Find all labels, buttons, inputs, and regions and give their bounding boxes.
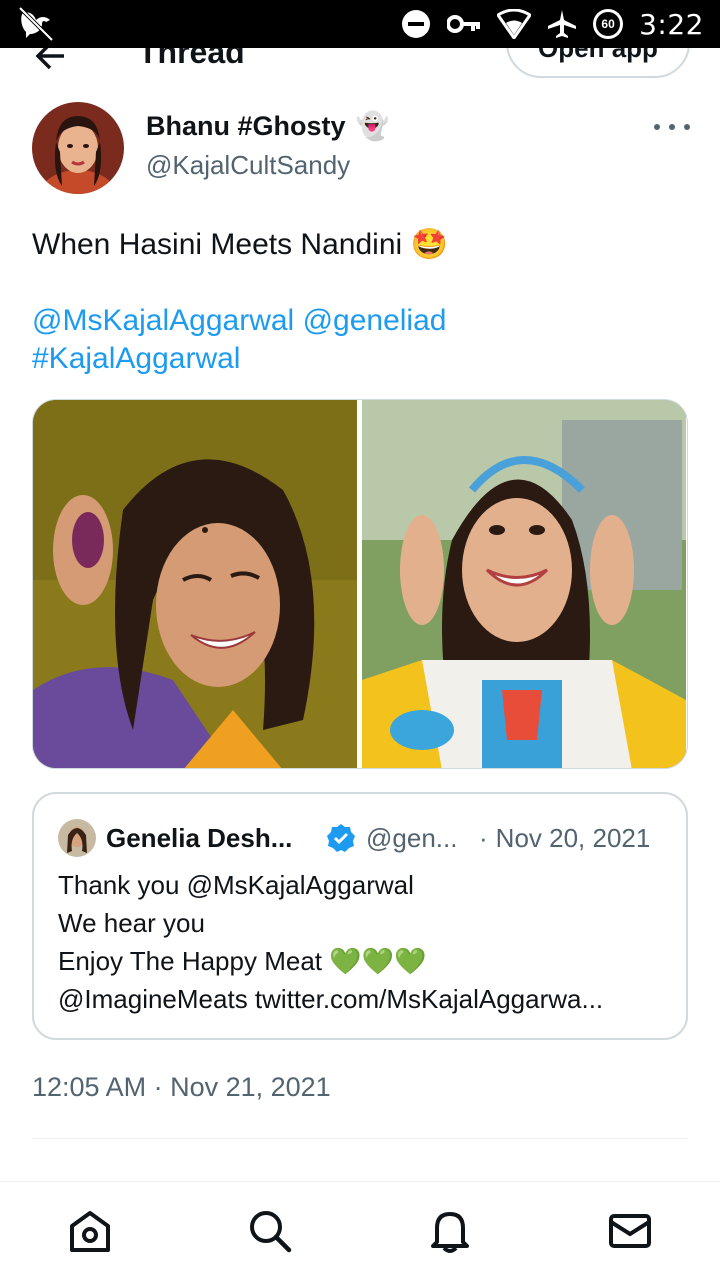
mention-link[interactable]: @MsKajalAggarwal bbox=[32, 304, 294, 337]
tweet-text: When Hasini Meets Nandini 🤩 bbox=[32, 226, 692, 264]
avatar[interactable] bbox=[32, 102, 124, 194]
battery-level: 60 bbox=[601, 17, 615, 31]
app-logo-icon bbox=[18, 6, 54, 42]
tweet-photo-1[interactable] bbox=[33, 400, 358, 768]
verified-badge-icon bbox=[327, 824, 355, 852]
quote-handle: @gen... bbox=[366, 822, 458, 853]
open-app-button[interactable]: Open app bbox=[506, 48, 690, 78]
quote-line: We hear you bbox=[58, 908, 205, 938]
tweet-body: When Hasini Meets Nandini bbox=[32, 228, 403, 261]
dnd-icon bbox=[402, 10, 431, 38]
top-app-bar: Thread Open app bbox=[0, 48, 720, 88]
tweet-timestamp[interactable]: 12:05 AM · Nov 21, 2021 bbox=[32, 1072, 331, 1103]
search-icon bbox=[250, 1211, 292, 1253]
tweet-photo-2[interactable] bbox=[362, 400, 687, 768]
home-icon bbox=[70, 1211, 110, 1252]
wifi-icon bbox=[497, 9, 532, 39]
mention-link[interactable]: @geneliad bbox=[303, 304, 447, 337]
star-struck-emoji: 🤩 bbox=[410, 228, 448, 261]
page-title: Thread bbox=[138, 48, 245, 70]
quote-line: Enjoy The Happy Meat 💚💚💚 bbox=[58, 946, 427, 976]
quote-display-name: Genelia Desh... bbox=[106, 822, 293, 853]
divider bbox=[32, 1138, 688, 1139]
quote-header: Genelia Desh... @gen... · Nov 20, 2021 bbox=[58, 818, 668, 858]
display-name-text: Bhanu #Ghosty bbox=[146, 110, 346, 141]
status-bar: 60 3:22 bbox=[0, 0, 720, 48]
media-grid bbox=[32, 399, 688, 769]
airplane-icon bbox=[548, 10, 577, 38]
quote-separator: · bbox=[479, 822, 488, 853]
nav-notifications[interactable] bbox=[420, 1201, 480, 1261]
battery-icon: 60 bbox=[593, 9, 624, 39]
quote-line: Thank you @MsKajalAggarwal bbox=[58, 870, 414, 900]
tweet-links: @MsKajalAggarwal @geneliad #KajalAggarwa… bbox=[32, 302, 692, 378]
quote-text: Thank you @MsKajalAggarwal We hear you E… bbox=[58, 866, 668, 1018]
quote-line: @ImagineMeats twitter.com/MsKajalAggarwa… bbox=[58, 984, 604, 1014]
nav-messages[interactable] bbox=[600, 1201, 660, 1261]
messages-icon bbox=[609, 1214, 651, 1248]
display-name[interactable]: Bhanu #Ghosty 👻 bbox=[146, 110, 389, 142]
bottom-navigation bbox=[0, 1181, 720, 1280]
status-time: 3:22 bbox=[639, 7, 704, 41]
quote-avatar bbox=[58, 819, 96, 857]
hashtag-link[interactable]: #KajalAggarwal bbox=[32, 342, 240, 375]
back-arrow-icon[interactable] bbox=[30, 48, 70, 76]
vpn-key-icon bbox=[447, 15, 481, 33]
ghost-emoji: 👻 bbox=[355, 111, 390, 141]
quote-date: Nov 20, 2021 bbox=[495, 822, 651, 853]
nav-search[interactable] bbox=[240, 1201, 300, 1261]
quote-tweet[interactable]: Genelia Desh... @gen... · Nov 20, 2021 T… bbox=[32, 792, 688, 1040]
more-options-icon[interactable] bbox=[652, 112, 692, 142]
nav-home[interactable] bbox=[60, 1201, 120, 1261]
notifications-icon bbox=[431, 1212, 469, 1253]
user-handle[interactable]: @KajalCultSandy bbox=[146, 150, 350, 181]
